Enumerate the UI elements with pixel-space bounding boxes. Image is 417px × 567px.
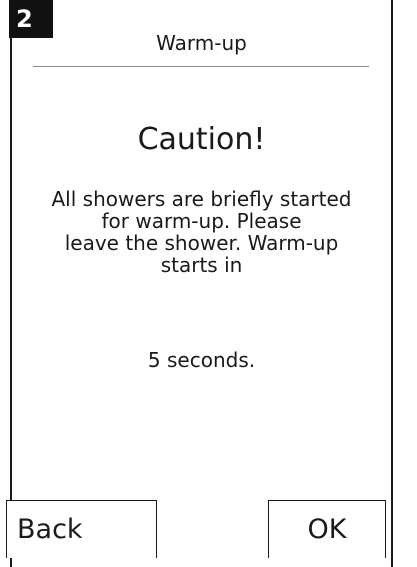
caution-heading: Caution! <box>137 122 266 157</box>
countdown-text: 5 seconds. <box>147 348 256 372</box>
ok-button[interactable]: OK <box>268 500 386 558</box>
page-title: Warm-up <box>156 31 247 55</box>
warm-up-message: All showers are briefly started for warm… <box>51 187 352 277</box>
back-button[interactable]: Back <box>6 500 157 558</box>
screen-frame <box>10 0 393 567</box>
header-divider <box>33 66 369 67</box>
